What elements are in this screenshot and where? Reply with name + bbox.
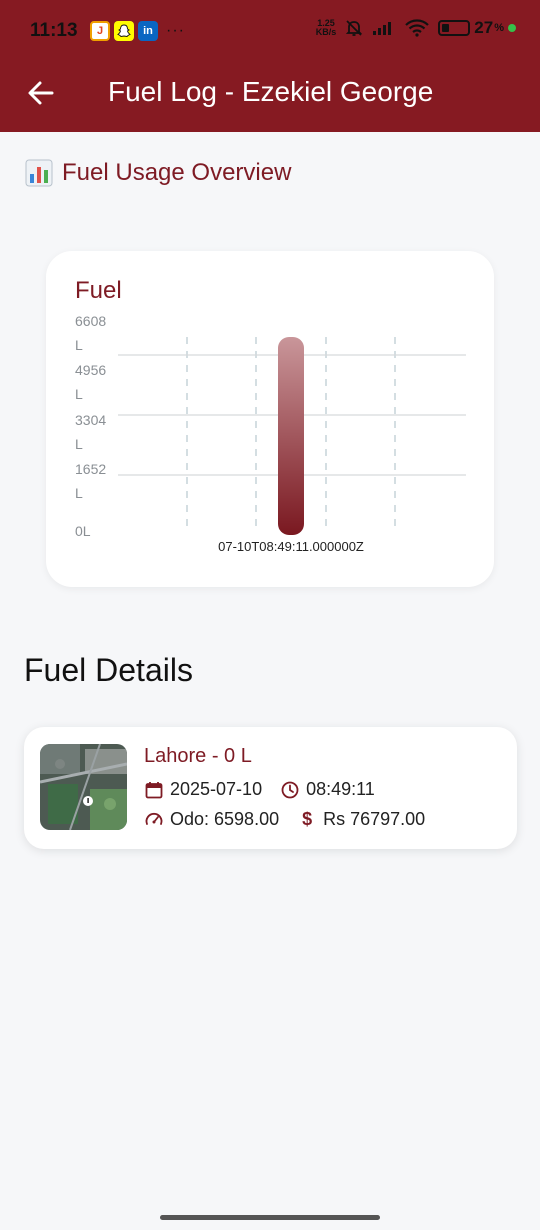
linkedin-icon: in (138, 21, 158, 41)
fuel-chart-card: Fuel 6608 L 4956 L 3304 L 1652 L 0L 07-10T08:49:1… (46, 251, 494, 587)
bar-chart-icon (25, 159, 53, 187)
speed-unit: KB/s (315, 27, 337, 37)
y-tick-label: 4956 L (75, 362, 106, 402)
speedometer-icon (145, 812, 163, 825)
privacy-dot-icon (508, 24, 516, 32)
entry-cost: Rs 76797.00 (323, 809, 426, 829)
overview-title: Fuel Usage Overview (62, 159, 292, 186)
network-speed: 1.25 KB/s (316, 19, 337, 37)
snapchat-icon (114, 21, 134, 41)
details-heading: Fuel Details (24, 652, 193, 688)
notification-icons: J in ··· (90, 21, 185, 41)
status-time: 11:13 (30, 20, 78, 41)
x-tick-label: 07-10T08:49:11.000000Z (218, 539, 364, 554)
clock-icon (281, 781, 299, 798)
arrow-left-icon[interactable] (26, 78, 56, 108)
y-tick-label: 0L (75, 523, 91, 539)
app-bar: Fuel Log - Ezekiel George (0, 62, 540, 132)
overview-heading: Fuel Usage Overview (24, 158, 291, 188)
fuel-bar (278, 337, 304, 535)
entry-time: 08:49:11 (306, 779, 375, 799)
y-tick-label: 6608 L (75, 313, 106, 353)
entry-location: Lahore - 0 L (144, 745, 252, 767)
entry-odo-cost-row: Odo: 6598.00 $ Rs 76797.00 (144, 809, 425, 830)
home-indicator[interactable] (160, 1215, 380, 1220)
top-bar: 11:13 J in ··· 1.25 KB/s 27 % Fuel Log -… (0, 0, 540, 132)
battery-icon (438, 20, 471, 36)
battery-indicator: 27% (438, 18, 516, 38)
location-map-thumbnail (40, 744, 127, 830)
y-tick-label: 3304 L (75, 412, 106, 452)
battery-level: 27 (474, 18, 494, 37)
wifi-icon (405, 19, 430, 37)
calendar-icon (145, 781, 163, 798)
fuel-bar-chart: 6608 L 4956 L 3304 L 1652 L 0L 07-10T08:49:11.000… (75, 313, 466, 554)
dollar-icon: $ (302, 809, 313, 829)
bell-muted-icon (346, 20, 363, 36)
page-title: Fuel Log - Ezekiel George (108, 76, 434, 107)
status-bar: 11:13 J in ··· 1.25 KB/s 27 % (0, 0, 540, 62)
y-tick-label: 1652 L (75, 461, 106, 501)
app-j-icon: J (90, 21, 110, 41)
entry-date: 2025-07-10 (170, 779, 263, 799)
entry-odometer: Odo: 6598.00 (170, 809, 280, 829)
signal-icon (373, 22, 392, 35)
more-notifications-icon: ··· (166, 22, 185, 39)
fuel-entry-card[interactable]: Lahore - 0 L 2025-07-10 08:49:11 Odo: 65… (24, 727, 517, 849)
entry-datetime-row: 2025-07-10 08:49:11 (144, 779, 375, 800)
system-icons: 1.25 KB/s 27% (316, 18, 516, 38)
battery-unit: % (494, 22, 504, 34)
